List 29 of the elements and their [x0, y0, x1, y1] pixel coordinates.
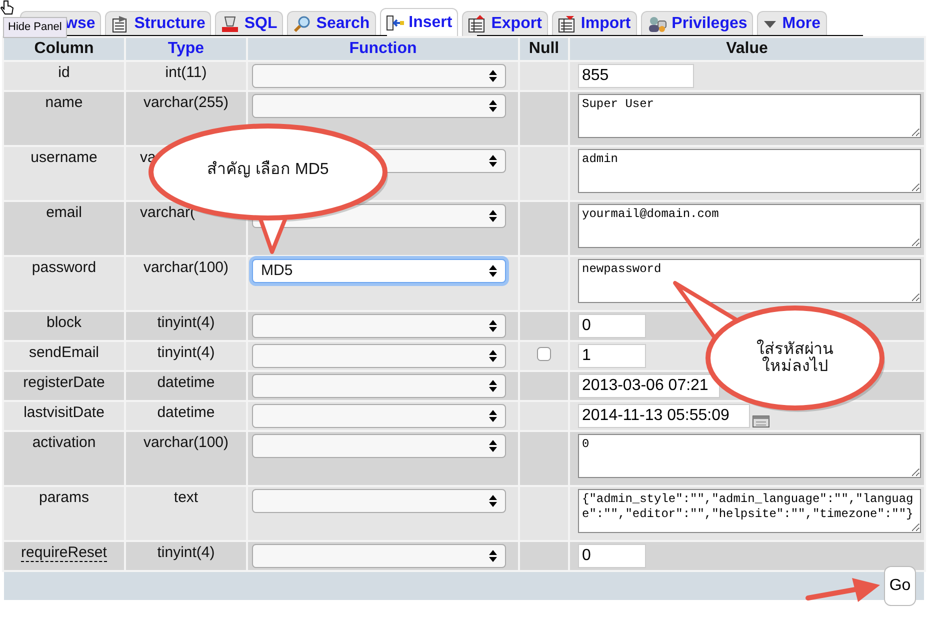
type-text: varchar( [140, 204, 196, 221]
type-text: int(11) [165, 64, 207, 81]
column-name: activation [32, 434, 96, 451]
column-header: Null [520, 38, 568, 60]
column-name: id [58, 64, 70, 81]
column-name: lastvisitDate [24, 404, 104, 421]
type-text: datetime [157, 404, 215, 421]
callout-text: ใส่รหัสผ่าน ใหม่ลงไป [756, 342, 834, 376]
type-text: varchar(100) [143, 434, 229, 451]
type-text: text [174, 489, 198, 506]
column-name: password [32, 259, 96, 276]
column-name: name [45, 94, 83, 111]
column-name: registerDate [23, 374, 105, 391]
column-name: params [38, 489, 90, 506]
column-name: email [46, 204, 82, 221]
type-text: tinyint(4) [157, 344, 215, 361]
column-header: Column [4, 38, 124, 60]
type-text: varchar(100) [143, 259, 229, 276]
type-text: tinyint(4) [157, 544, 215, 561]
column-name: username [30, 149, 98, 166]
hide-panel-tooltip: Hide Panel [3, 17, 67, 38]
type-text: datetime [157, 374, 215, 391]
column-name: requireReset [21, 544, 107, 562]
column-name: block [46, 314, 82, 331]
column-header: Value [570, 38, 924, 60]
callout-text: สำคัญ เลือก MD5 [206, 162, 330, 179]
column-name: sendEmail [28, 344, 100, 361]
type-text: varchar(255) [143, 94, 229, 111]
type-text: tinyint(4) [157, 314, 215, 331]
